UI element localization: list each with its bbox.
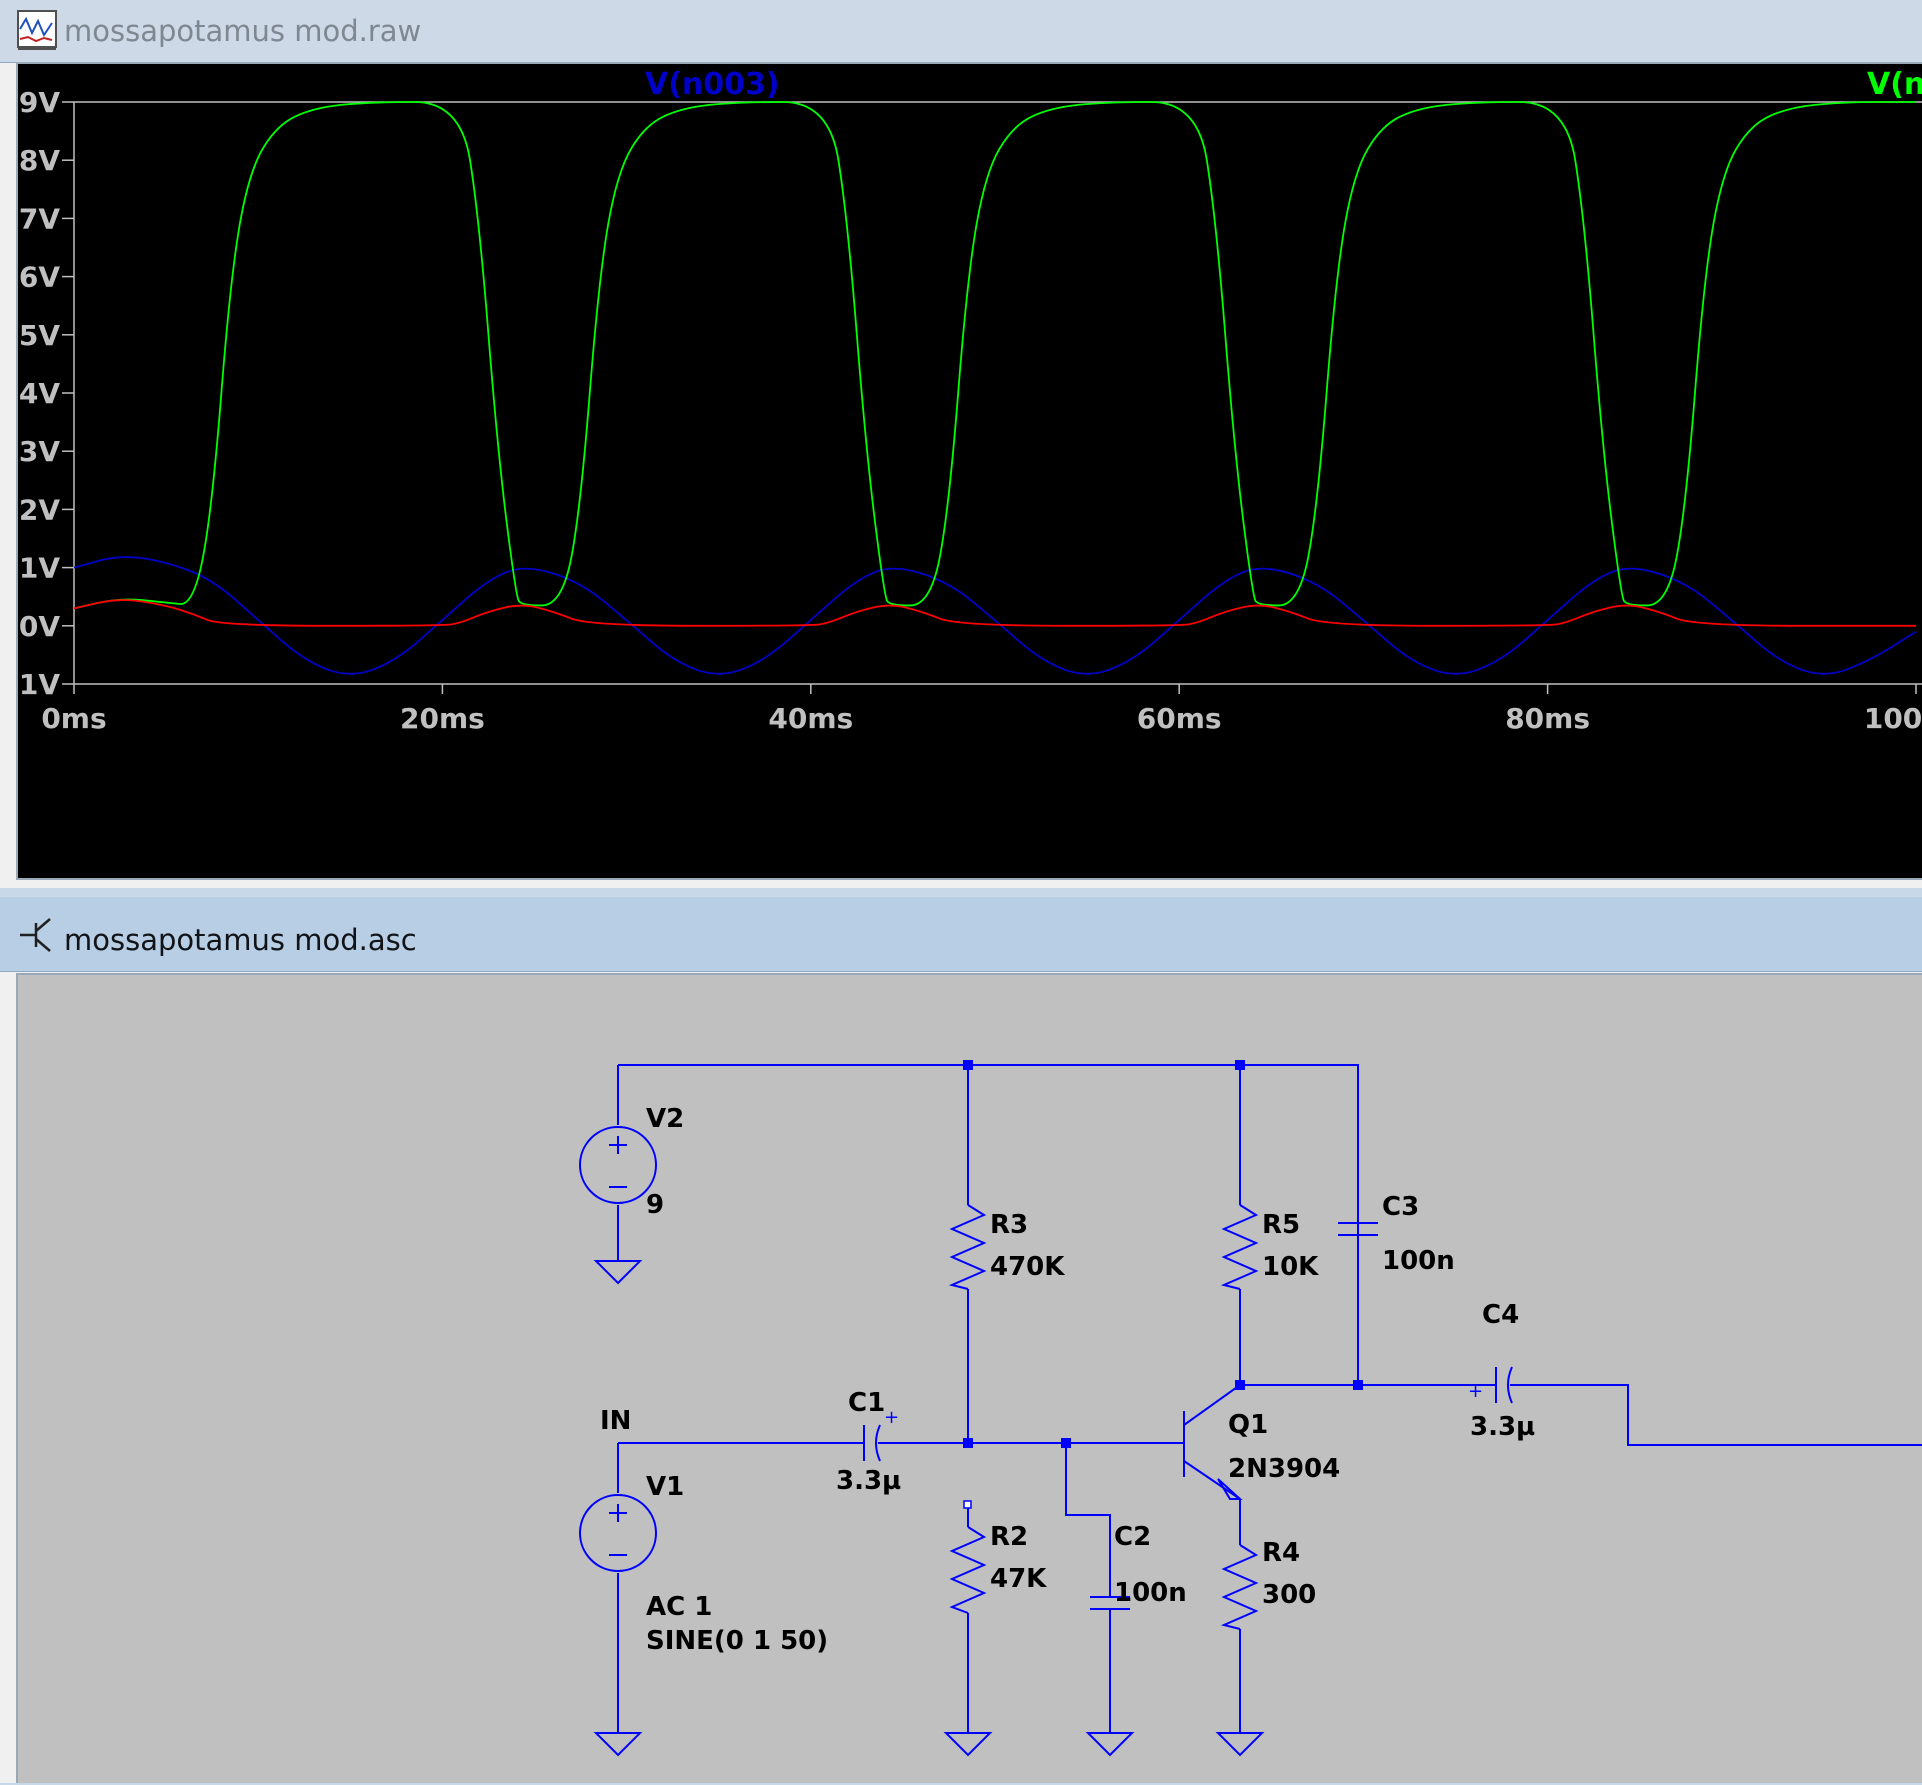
- c4-plus-sign: +: [1468, 1381, 1483, 1402]
- c4-value[interactable]: 3.3µ: [1470, 1412, 1535, 1442]
- schematic-canvas[interactable]: + + V2 9 V1 AC 1 SINE(0 1 50) IN C1 3.3µ…: [16, 973, 1922, 1783]
- c3-label[interactable]: C3: [1382, 1192, 1419, 1222]
- v2-value[interactable]: 9: [646, 1190, 664, 1220]
- trace-label-v-n003[interactable]: V(n003): [645, 67, 780, 102]
- y-tick-label: -1V: [18, 668, 60, 701]
- r5-label[interactable]: R5: [1262, 1210, 1300, 1240]
- junction-dot: [1061, 1438, 1071, 1448]
- y-tick-label: 1V: [19, 552, 60, 585]
- in-net-label[interactable]: IN: [600, 1406, 631, 1436]
- v1-label[interactable]: V1: [646, 1472, 684, 1502]
- ground-symbol-v1: [593, 1732, 643, 1757]
- y-tick-label: 8V: [19, 144, 60, 177]
- r4-symbol: [1220, 1544, 1259, 1630]
- schematic-window[interactable]: mossapotamus mod.asc + + V2 9 V1 AC 1 SI…: [0, 897, 1922, 1783]
- waveform-plot[interactable]: 9V 8V 7V 6V 5V 4V 3V 2V 1V 0V -1V0ms 20ms 40ms 60ms 80…: [18, 64, 1922, 880]
- junction-dot: [963, 1438, 973, 1448]
- c4-label[interactable]: C4: [1482, 1300, 1519, 1330]
- r2-symbol: [949, 1526, 987, 1614]
- y-tick-label: 0V: [19, 610, 60, 643]
- trace-red[interactable]: [73, 599, 1916, 627]
- c2-value[interactable]: 100n: [1114, 1578, 1187, 1608]
- x-tick-label: 80ms: [1505, 702, 1590, 735]
- r2-value[interactable]: 47K: [990, 1564, 1047, 1594]
- waveform-plot-pane[interactable]: 9V 8V 7V 6V 5V 4V 3V 2V 1V 0V -1V0ms 20ms 40ms 60ms 80…: [16, 62, 1922, 880]
- c2-label[interactable]: C2: [1114, 1522, 1151, 1552]
- y-tick-label: 6V: [19, 261, 60, 294]
- v2-label[interactable]: V2: [646, 1104, 684, 1134]
- x-tick-label: 20ms: [400, 702, 485, 735]
- schematic-window-title: mossapotamus mod.asc: [64, 923, 417, 957]
- r2-label[interactable]: R2: [990, 1522, 1028, 1552]
- schematic-window-titlebar[interactable]: mossapotamus mod.asc: [0, 897, 1922, 972]
- r3-value[interactable]: 470K: [990, 1252, 1065, 1282]
- y-tick-label: 3V: [19, 435, 60, 468]
- r3-symbol: [948, 1204, 987, 1290]
- transistor-symbol-icon: [20, 918, 51, 952]
- x-tick-label: 0ms: [41, 702, 106, 735]
- junction-dot: [1353, 1380, 1363, 1390]
- ground-symbol-c2: [1085, 1732, 1135, 1757]
- trace-green[interactable]: [73, 101, 1916, 610]
- junction-dot: [1235, 1380, 1245, 1390]
- r2-open-terminal: [963, 1500, 972, 1509]
- y-tick-label: 2V: [19, 493, 60, 526]
- y-tick-label: 4V: [19, 377, 60, 410]
- r5-value[interactable]: 10K: [1262, 1252, 1319, 1282]
- c3-value[interactable]: 100n: [1382, 1246, 1455, 1276]
- r3-label[interactable]: R3: [990, 1210, 1028, 1240]
- wire-c2-top: [1065, 1443, 1111, 1597]
- c1-plus-sign: +: [884, 1407, 899, 1428]
- r4-label[interactable]: R4: [1262, 1538, 1300, 1568]
- y-tick-label: 7V: [19, 202, 60, 235]
- junction-dot: [963, 1060, 973, 1070]
- c1-value[interactable]: 3.3µ: [836, 1466, 901, 1496]
- y-tick-label: 5V: [19, 319, 60, 352]
- x-tick-label: 40ms: [768, 702, 853, 735]
- v1-value-ac[interactable]: AC 1: [646, 1592, 712, 1622]
- r5-symbol: [1220, 1204, 1259, 1290]
- q1-label[interactable]: Q1: [1228, 1410, 1268, 1440]
- schematic-drawing[interactable]: + + V2 9 V1 AC 1 SINE(0 1 50) IN C1 3.3µ…: [18, 975, 1922, 1785]
- y-tick-label: 9V: [19, 86, 60, 119]
- wire-output: [1510, 1384, 1922, 1446]
- trace-label-v-n-green[interactable]: V(n: [1867, 67, 1922, 102]
- waveform-window[interactable]: mossapotamus mod.raw 9V 8V 7V 6V 5V 4V 3V 2V 1V 0…: [0, 0, 1922, 888]
- junction-dot: [1235, 1060, 1245, 1070]
- x-tick-label: 100ms: [1864, 702, 1922, 735]
- waveform-window-title: mossapotamus mod.raw: [64, 14, 422, 48]
- v1-value-sine[interactable]: SINE(0 1 50): [646, 1626, 828, 1656]
- ground-symbol-v2: [593, 1260, 643, 1285]
- ground-symbol-r2: [943, 1732, 993, 1757]
- ground-symbol-r4: [1215, 1732, 1265, 1757]
- c1-label[interactable]: C1: [848, 1388, 885, 1418]
- r4-value[interactable]: 300: [1262, 1580, 1316, 1610]
- q1-value[interactable]: 2N3904: [1228, 1454, 1340, 1484]
- x-tick-label: 60ms: [1137, 702, 1222, 735]
- trace-v-n003-blue[interactable]: [73, 556, 1917, 675]
- waveform-window-titlebar[interactable]: mossapotamus mod.raw: [0, 0, 1922, 63]
- wire-supply-rail: [618, 1064, 1359, 1385]
- waveform-plot-icon: [17, 10, 57, 50]
